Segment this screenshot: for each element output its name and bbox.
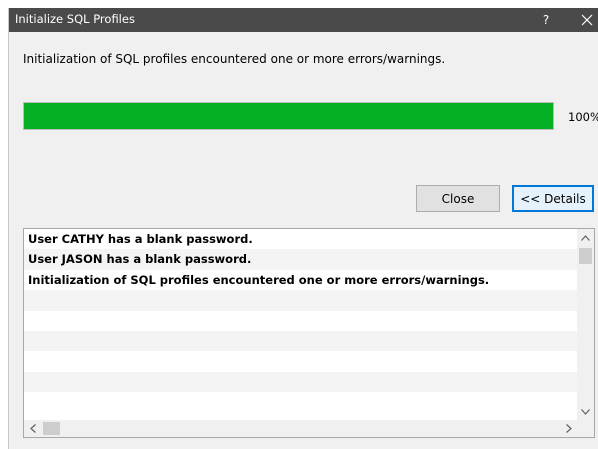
close-button[interactable]: Close bbox=[416, 185, 500, 212]
log-row[interactable]: Initialization of SQL profiles encounter… bbox=[24, 270, 577, 290]
horizontal-scroll-thumb[interactable] bbox=[43, 422, 60, 435]
title-bar[interactable]: Initialize SQL Profiles ? bbox=[9, 8, 598, 32]
scrollbar-corner bbox=[577, 420, 594, 437]
log-row[interactable] bbox=[24, 351, 577, 371]
window-title: Initialize SQL Profiles bbox=[15, 12, 135, 26]
chevron-down-icon[interactable] bbox=[577, 403, 594, 420]
log-row[interactable]: User CATHY has a blank password. bbox=[24, 229, 577, 249]
log-row[interactable] bbox=[24, 311, 577, 331]
details-toggle-button[interactable]: << Details bbox=[512, 185, 594, 212]
chevron-left-icon[interactable] bbox=[24, 420, 41, 437]
log-row[interactable] bbox=[24, 330, 577, 352]
dialog-window: Initialize SQL Profiles ? Initialization… bbox=[8, 8, 598, 449]
help-button[interactable]: ? bbox=[537, 8, 555, 32]
chevron-right-icon[interactable] bbox=[560, 420, 577, 437]
log-row[interactable] bbox=[24, 371, 577, 393]
status-message: Initialization of SQL profiles encounter… bbox=[23, 52, 446, 66]
close-icon[interactable] bbox=[576, 8, 598, 32]
progress-fill bbox=[24, 103, 553, 129]
vertical-scroll-thumb[interactable] bbox=[579, 248, 592, 264]
progress-bar bbox=[23, 102, 554, 130]
log-rows: User CATHY has a blank password. User JA… bbox=[24, 229, 577, 413]
log-row[interactable] bbox=[24, 392, 577, 412]
progress-percent-label: 100% bbox=[568, 110, 598, 124]
chevron-up-icon[interactable] bbox=[577, 229, 594, 246]
vertical-scrollbar[interactable] bbox=[577, 229, 594, 420]
log-row[interactable]: User JASON has a blank password. bbox=[24, 249, 577, 270]
details-log-list[interactable]: User CATHY has a blank password. User JA… bbox=[23, 228, 595, 438]
log-row[interactable] bbox=[24, 290, 577, 311]
horizontal-scrollbar[interactable] bbox=[24, 420, 577, 437]
